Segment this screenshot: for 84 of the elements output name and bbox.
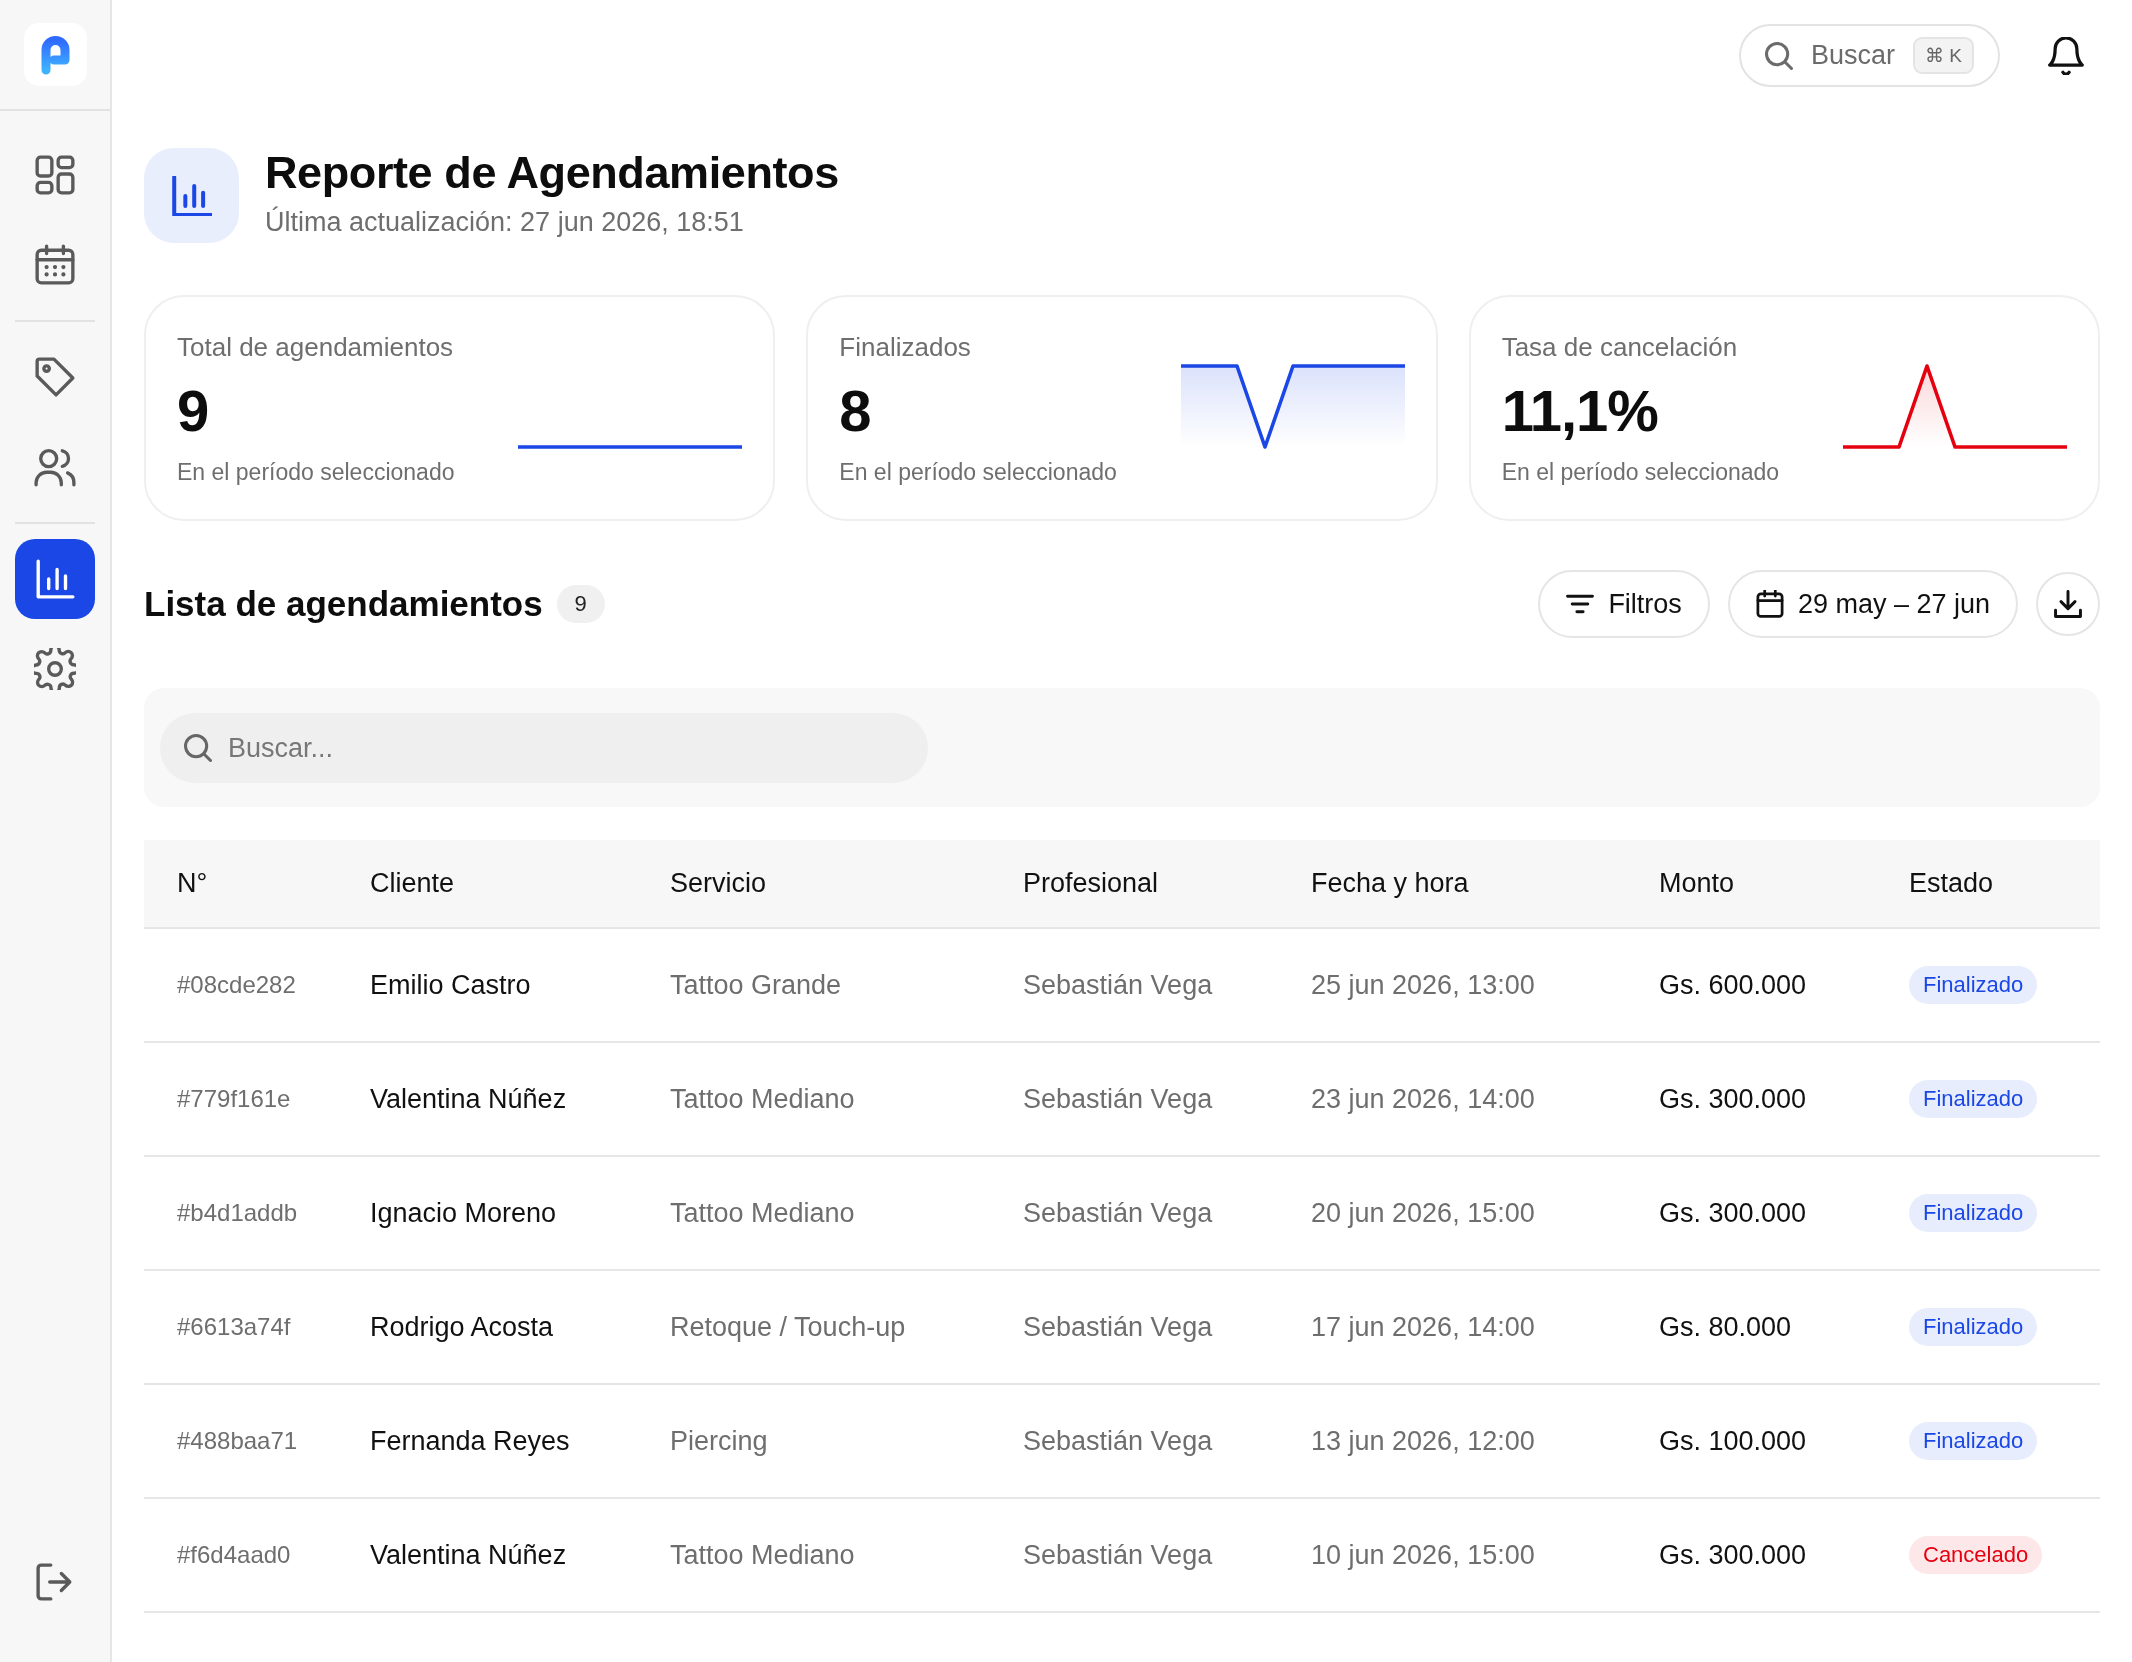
table-cell-text: #779f161e bbox=[177, 1085, 292, 1113]
sidebar-item[interactable] bbox=[15, 539, 95, 619]
table-cell-text: 10 jun 2026, 15:00 bbox=[1311, 1539, 1536, 1571]
bell-icon bbox=[2048, 36, 2084, 75]
logout-icon bbox=[36, 1563, 74, 1601]
table-cell-text: Emilio Castro bbox=[370, 969, 532, 1001]
page-title: Reporte de Agendamientos bbox=[265, 146, 839, 199]
table-cell-text: 23 jun 2026, 14:00 bbox=[1311, 1083, 1536, 1115]
grid-icon bbox=[34, 154, 76, 196]
status-badge: Finalizado bbox=[1909, 1422, 2038, 1460]
table-cell-text: Gs. 80.000 bbox=[1659, 1311, 1793, 1343]
users-icon bbox=[34, 446, 76, 488]
table-cell-text: Fernanda Reyes bbox=[370, 1425, 571, 1457]
table-cell-text: Retoque / Touch-up bbox=[670, 1311, 907, 1343]
search-icon bbox=[184, 734, 212, 762]
status-badge: Finalizado bbox=[1909, 1194, 2038, 1232]
stat-caption: En el período seleccionado bbox=[177, 458, 455, 487]
notifications-button[interactable] bbox=[2048, 36, 2084, 75]
calendar-icon bbox=[34, 244, 76, 286]
status-badge: Finalizado bbox=[1909, 966, 2038, 1004]
table-cell-text: Sebastián Vega bbox=[1023, 1539, 1214, 1571]
column-header: Estado bbox=[1909, 868, 1995, 899]
date-range-button[interactable]: 29 may – 27 jun bbox=[1727, 570, 2018, 638]
bar-chart-icon bbox=[144, 148, 239, 243]
table-cell-text: #08cde282 bbox=[177, 971, 297, 999]
shortcut-key: ⌘ K bbox=[1913, 37, 1974, 74]
table-cell-text: Sebastián Vega bbox=[1023, 1425, 1214, 1457]
table-cell-text: #488baa71 bbox=[177, 1427, 299, 1455]
table-cell-text: Gs. 300.000 bbox=[1659, 1539, 1808, 1571]
filters-button[interactable]: Filtros bbox=[1538, 570, 1710, 638]
table-cell-text: Tattoo Mediano bbox=[670, 1197, 856, 1229]
bar-chart-icon bbox=[34, 558, 76, 600]
table-cell-text: #6613a74f bbox=[177, 1313, 292, 1341]
tag-icon bbox=[34, 356, 76, 398]
table-cell-text: Valentina Núñez bbox=[370, 1083, 568, 1115]
column-header: Cliente bbox=[370, 868, 456, 899]
table-cell-text: Gs. 300.000 bbox=[1659, 1197, 1808, 1229]
stat-label: Tasa de cancelación bbox=[1501, 331, 1739, 363]
stat-value: 9 bbox=[177, 379, 210, 443]
stat-caption: En el período seleccionado bbox=[839, 458, 1117, 487]
table-cell-text: Sebastián Vega bbox=[1023, 1311, 1214, 1343]
table-cell-text: Tattoo Mediano bbox=[670, 1083, 856, 1115]
table-cell-text: 17 jun 2026, 14:00 bbox=[1311, 1311, 1536, 1343]
last-updated-text: Última actualización: 27 jun 2026, 18:51 bbox=[265, 205, 745, 239]
table-cell-text: Gs. 600.000 bbox=[1659, 969, 1808, 1001]
settings-icon bbox=[34, 648, 76, 690]
table-cell-text: Sebastián Vega bbox=[1023, 1197, 1214, 1229]
table-cell-text: Tattoo Mediano bbox=[670, 1539, 856, 1571]
status-badge: Cancelado bbox=[1909, 1536, 2043, 1574]
column-header: Monto bbox=[1659, 868, 1736, 899]
stat-value: 11,1% bbox=[1501, 379, 1659, 443]
table-cell-text: Piercing bbox=[670, 1425, 769, 1457]
column-header: N° bbox=[177, 868, 209, 899]
stat-label: Finalizados bbox=[839, 331, 972, 363]
table-cell-text: Gs. 300.000 bbox=[1659, 1083, 1808, 1115]
table-cell-text: 13 jun 2026, 12:00 bbox=[1311, 1425, 1536, 1457]
status-badge: Finalizado bbox=[1909, 1308, 2038, 1346]
stat-caption: En el período seleccionado bbox=[1501, 458, 1780, 487]
download-icon bbox=[2054, 590, 2082, 618]
status-badge: Finalizado bbox=[1909, 1080, 2038, 1118]
column-header: Servicio bbox=[670, 868, 768, 899]
table-cell-text: 20 jun 2026, 15:00 bbox=[1311, 1197, 1536, 1229]
table-cell-text: Rodrigo Acosta bbox=[370, 1311, 555, 1343]
table-cell-text: Ignacio Moreno bbox=[370, 1197, 558, 1229]
column-header: Profesional bbox=[1023, 868, 1160, 899]
search-field[interactable]: Buscar... bbox=[160, 713, 928, 783]
search-icon bbox=[1765, 41, 1793, 70]
stat-value: 8 bbox=[839, 379, 872, 443]
table-cell-text: Sebastián Vega bbox=[1023, 969, 1214, 1001]
table-cell-text: Sebastián Vega bbox=[1023, 1083, 1214, 1115]
table-cell-text: #f6d4aad0 bbox=[177, 1541, 292, 1569]
table-cell-text: Valentina Núñez bbox=[370, 1539, 568, 1571]
logo-icon bbox=[23, 23, 87, 86]
stat-label: Total de agendamientos bbox=[177, 331, 455, 363]
table-cell-text: 25 jun 2026, 13:00 bbox=[1311, 969, 1536, 1001]
column-header: Fecha y hora bbox=[1311, 868, 1470, 899]
count-badge: 9 bbox=[556, 585, 605, 623]
section-title: Lista de agendamientos bbox=[144, 584, 543, 624]
search-button[interactable]: Buscar ⌘ K bbox=[1739, 24, 2000, 87]
table-cell-text: #b4d1addb bbox=[177, 1199, 299, 1227]
filter-icon bbox=[1566, 594, 1595, 614]
calendar-icon bbox=[1755, 590, 1784, 618]
table-cell-text: Gs. 100.000 bbox=[1659, 1425, 1808, 1457]
table-cell-text: Tattoo Grande bbox=[670, 969, 843, 1001]
